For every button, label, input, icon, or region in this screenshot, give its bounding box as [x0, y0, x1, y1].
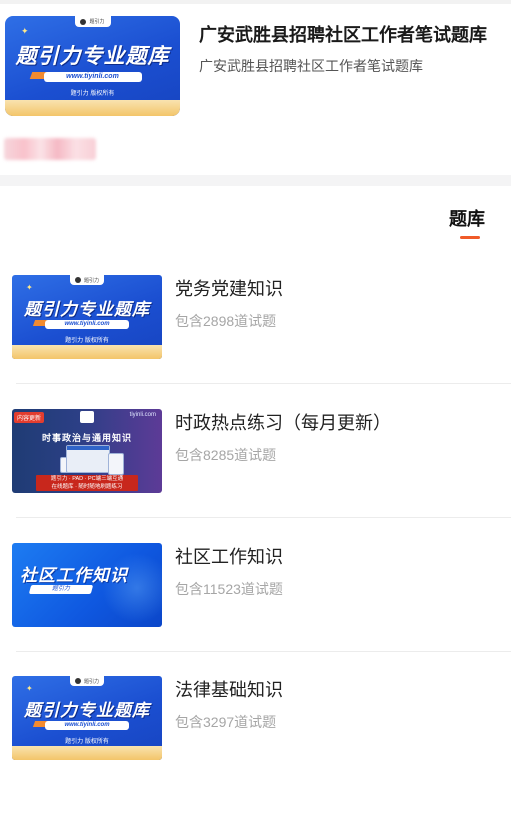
item-question-count: 包含2898道试题	[175, 313, 277, 329]
section-separator	[0, 175, 511, 186]
item-name: 法律基础知识	[175, 680, 283, 700]
cover-site: tiyinli.com	[129, 412, 156, 418]
cover-subject: 时事政治与通用知识	[41, 433, 132, 443]
logo-icon	[80, 18, 87, 25]
item-name: 时政热点练习（每月更新）	[175, 413, 391, 433]
bank-title: 广安武胜县招聘社区工作者笔试题库	[199, 25, 487, 45]
brand-badge: 题引力	[70, 275, 104, 285]
cover-headline: 题引力专业题库	[15, 44, 170, 68]
bank-header: 题引力 ✦ 题引力专业题库 www.tiyinli.com 题引力 版权所有 广…	[0, 4, 511, 134]
brand-badge: 题引力	[74, 16, 111, 27]
cover-credit: 题引力 版权所有	[65, 338, 109, 344]
cover-url: www.tiyinli.com	[45, 721, 129, 730]
list-item[interactable]: 题引力 ✦ 题引力专业题库 www.tiyinli.com 题引力 版权所有 法…	[0, 676, 511, 810]
item-question-count: 包含3297道试题	[175, 714, 277, 730]
tablet-icon	[108, 453, 124, 475]
cover-footer: 题引力 · PAD · PC端三端互通 在线题库 · 随时随地刷题练习	[36, 475, 138, 491]
item-cover-image: 社区工作知识 题引力	[12, 543, 162, 627]
sparkle-icon: ✦	[26, 684, 33, 693]
laptop-icon	[66, 445, 110, 473]
brand-badge-label: 题引力	[83, 277, 99, 284]
item-cover-image: 题引力 ✦ 题引力专业题库 www.tiyinli.com 题引力 版权所有	[12, 275, 162, 359]
item-question-count: 包含11523道试题	[175, 581, 283, 597]
cover-band	[12, 345, 162, 359]
cover-url: www.tiyinli.com	[45, 320, 129, 329]
tab-active-indicator	[460, 236, 480, 239]
brand-badge-label: 题引力	[83, 678, 99, 685]
logo-icon	[74, 277, 81, 283]
cover-band	[12, 746, 162, 760]
item-name: 党务党建知识	[175, 279, 283, 299]
divider	[16, 383, 511, 384]
cover-pill: 题引力	[28, 585, 94, 594]
brand-badge: 题引力	[70, 676, 104, 686]
item-cover-image: 内容更新 tiyinli.com 时事政治与通用知识 题引力 · PAD · P…	[12, 409, 162, 493]
logo-icon	[80, 411, 94, 423]
cover-credit: 题引力 版权所有	[65, 739, 109, 745]
brand-badge-label: 题引力	[89, 19, 105, 25]
divider	[16, 651, 511, 652]
bank-subtitle: 广安武胜县招聘社区工作者笔试题库	[199, 58, 423, 74]
cover-band	[5, 100, 180, 116]
cover-footer-line: 在线题库 · 随时随地刷题练习	[51, 484, 123, 490]
blurred-username	[4, 138, 96, 160]
item-question-count: 包含8285道试题	[175, 447, 277, 463]
cover-headline: 题引力专业题库	[24, 701, 150, 721]
bank-cover-image: 题引力 ✦ 题引力专业题库 www.tiyinli.com 题引力 版权所有	[5, 16, 180, 116]
cover-credit: 题引力 版权所有	[70, 91, 115, 97]
cover-headline: 题引力专业题库	[24, 300, 150, 320]
sparkle-icon: ✦	[26, 283, 33, 292]
tab-question-bank[interactable]: 题库	[449, 208, 485, 230]
list-item[interactable]: 社区工作知识 题引力 社区工作知识 包含11523道试题	[0, 543, 511, 677]
list-item[interactable]: 题引力 ✦ 题引力专业题库 www.tiyinli.com 题引力 版权所有 党…	[0, 275, 511, 409]
item-name: 社区工作知识	[175, 547, 283, 567]
cover-url: www.tiyinli.com	[43, 72, 142, 82]
cover-headline: 社区工作知识	[20, 566, 128, 586]
update-tag: 内容更新	[14, 412, 45, 423]
logo-icon	[74, 678, 81, 684]
item-cover-image: 题引力 ✦ 题引力专业题库 www.tiyinli.com 题引力 版权所有	[12, 676, 162, 760]
cover-footer-line: 题引力 · PAD · PC端三端互通	[50, 476, 124, 482]
list-item[interactable]: 内容更新 tiyinli.com 时事政治与通用知识 题引力 · PAD · P…	[0, 409, 511, 543]
divider	[16, 517, 511, 518]
sparkle-icon: ✦	[21, 26, 29, 36]
